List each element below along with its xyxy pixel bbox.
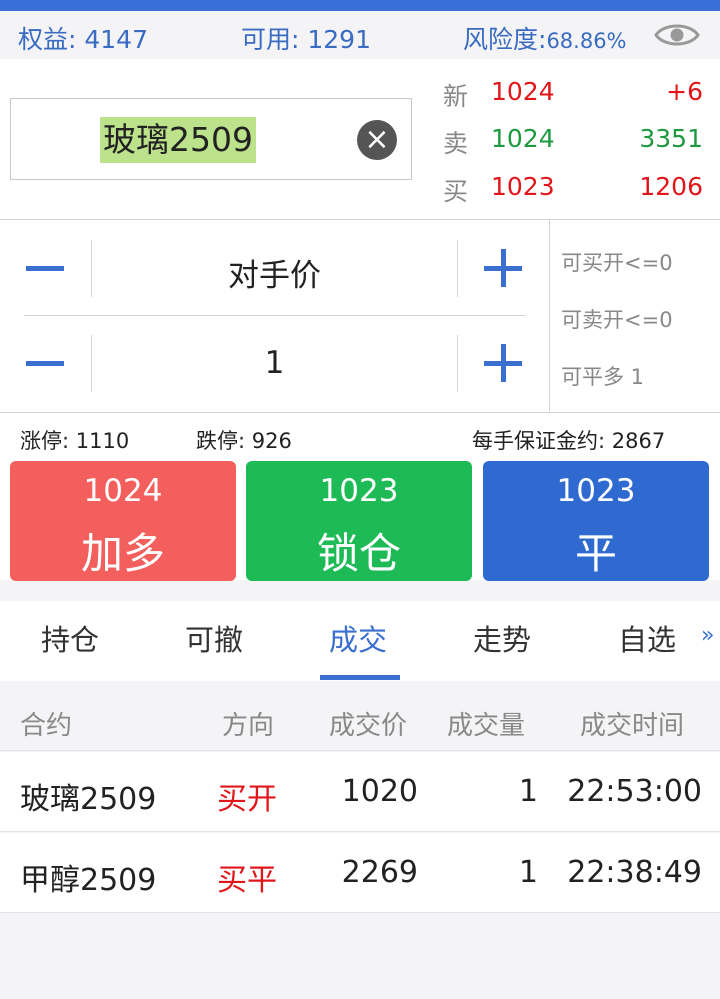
trades-table-header: 合约 方向 成交价 成交量 成交时间 xyxy=(0,690,720,751)
trade-contract: 甲醇2509 xyxy=(20,863,157,898)
trade-direction: 买开 xyxy=(217,782,277,817)
limit-up-text: 涨停: 1110 xyxy=(20,429,130,453)
add-long-price: 1024 xyxy=(83,473,163,509)
trade-volume: 1 xyxy=(518,855,538,890)
quantity-input[interactable]: 1 xyxy=(92,345,457,381)
price-mode-field[interactable]: 对手价 xyxy=(92,250,457,295)
trade-price: 1020 xyxy=(341,774,418,809)
can-sell-open-text: 可卖开<=0 xyxy=(561,308,673,332)
risk-text: 风险度:68.86% xyxy=(463,20,627,56)
add-long-button[interactable]: 1024 加多 xyxy=(10,461,236,581)
close-label: 平 xyxy=(574,529,617,578)
margin-text: 每手保证金约: 2867 xyxy=(472,429,666,453)
divider xyxy=(24,315,526,316)
bid-label: 买 xyxy=(443,177,469,206)
ask-label: 卖 xyxy=(443,129,469,158)
ask-volume: 3351 xyxy=(639,124,703,153)
latest-change: +6 xyxy=(666,77,703,106)
quote-panel: 玻璃2509 × 新 1024 +6 卖 1024 3351 买 1023 12… xyxy=(0,59,720,220)
latest-label: 新 xyxy=(443,82,469,111)
ask-price: 1024 xyxy=(491,124,555,153)
tab-trades[interactable]: 成交 xyxy=(329,617,387,659)
symbol-name[interactable]: 玻璃2509 xyxy=(100,117,256,163)
available-text: 可用: 1291 xyxy=(241,25,371,54)
price-plus-button[interactable] xyxy=(478,238,538,298)
tab-positions[interactable]: 持仓 xyxy=(41,617,99,659)
lock-price: 1023 xyxy=(319,473,399,509)
divider xyxy=(549,220,550,413)
eye-icon[interactable] xyxy=(654,20,700,50)
price-minus-button[interactable] xyxy=(16,238,76,298)
latest-price: 1024 xyxy=(491,77,555,106)
quote-ask-row: 卖 1024 3351 xyxy=(441,120,703,160)
col-time: 成交时间 xyxy=(580,711,685,741)
bid-volume: 1206 xyxy=(639,172,703,201)
trade-time: 22:38:49 xyxy=(567,855,702,890)
risk-value: 68.86% xyxy=(546,29,627,53)
quote-latest-row: 新 1024 +6 xyxy=(441,73,703,113)
quote-bid-row: 买 1023 1206 xyxy=(441,168,703,208)
can-close-long-text: 可平多 1 xyxy=(561,365,645,389)
col-contract: 合约 xyxy=(20,711,73,741)
action-buttons: 1024 加多 1023 锁仓 1023 平 xyxy=(0,460,720,581)
quantity-minus-button[interactable] xyxy=(16,333,76,393)
add-long-label: 加多 xyxy=(80,529,165,578)
bid-price: 1023 xyxy=(491,172,555,201)
clear-icon[interactable]: × xyxy=(357,120,397,160)
trade-time: 22:53:00 xyxy=(567,774,702,809)
lock-position-button[interactable]: 1023 锁仓 xyxy=(246,461,472,581)
limits-bar: 涨停: 1110 跌停: 926 每手保证金约: 2867 xyxy=(0,413,720,460)
risk-label: 风险度: xyxy=(463,25,547,54)
table-row[interactable]: 甲醇2509 买平 2269 1 22:38:49 xyxy=(0,833,720,913)
tab-bar: 持仓 可撤 成交 走势 自选 » xyxy=(0,601,720,681)
can-buy-open-text: 可买开<=0 xyxy=(561,251,673,275)
col-direction: 方向 xyxy=(222,711,275,741)
close-position-button[interactable]: 1023 平 xyxy=(483,461,709,581)
symbol-input[interactable]: 玻璃2509 × xyxy=(10,98,412,180)
lock-label: 锁仓 xyxy=(316,529,401,578)
trade-volume: 1 xyxy=(518,774,538,809)
trade-price: 2269 xyxy=(341,855,418,890)
tab-trend[interactable]: 走势 xyxy=(473,617,531,659)
trade-contract: 玻璃2509 xyxy=(20,782,157,817)
order-panel: 对手价 1 可买开<=0 可卖开<=0 可平多 1 xyxy=(0,220,720,413)
col-price: 成交价 xyxy=(329,711,408,741)
table-row[interactable]: 玻璃2509 买开 1020 1 22:53:00 xyxy=(0,752,720,832)
quantity-plus-button[interactable] xyxy=(478,333,538,393)
divider xyxy=(457,335,458,392)
equity-text: 权益: 4147 xyxy=(18,25,148,54)
active-tab-indicator xyxy=(320,675,400,680)
divider xyxy=(457,240,458,297)
trade-direction: 买平 xyxy=(217,863,277,898)
col-volume: 成交量 xyxy=(447,711,526,741)
tab-watchlist[interactable]: 自选 xyxy=(618,617,676,659)
limit-down-text: 跌停: 926 xyxy=(196,429,292,453)
top-accent-bar xyxy=(0,0,720,11)
more-tabs-icon[interactable]: » xyxy=(701,623,714,648)
tab-cancelable[interactable]: 可撤 xyxy=(185,617,243,659)
account-summary: 权益: 4147 可用: 1291 风险度:68.86% xyxy=(0,11,720,59)
close-price: 1023 xyxy=(556,473,636,509)
